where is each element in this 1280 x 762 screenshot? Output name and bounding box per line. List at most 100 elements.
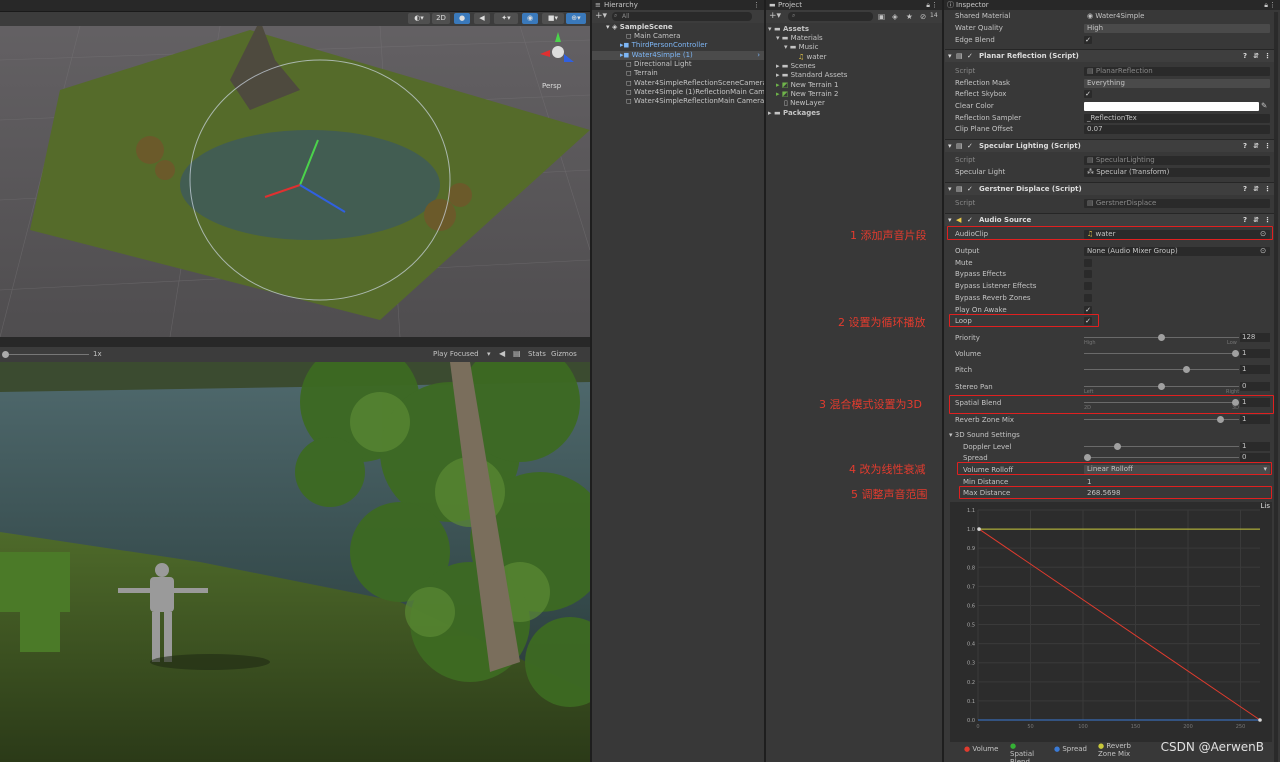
chevron-right-icon[interactable]: ›: [757, 51, 760, 60]
legend-volume[interactable]: ● Volume: [964, 745, 998, 753]
shared-material-field[interactable]: ◉ Water4Simple: [1084, 12, 1262, 21]
priority-input[interactable]: 128: [1240, 333, 1270, 342]
scene-root[interactable]: ▾ ◈ SampleScene: [606, 23, 673, 32]
help-icon[interactable]: ?: [1243, 50, 1247, 62]
chevron-down-icon[interactable]: ▾: [948, 183, 952, 195]
gerstner-displace-header[interactable]: ▾ ▤ ✓ Gerstner Displace (Script) ? ⇵ ⋮: [945, 182, 1275, 195]
scene-view[interactable]: ◐▾ 2D ● ◀ ✦▾ ◉ ■▾ ⊕▾ Persp: [0, 0, 590, 337]
project-search-input[interactable]: [788, 12, 873, 21]
audio-source-header[interactable]: ▾ ◀ ✓ Audio Source ? ⇵ ⋮: [945, 213, 1275, 226]
planar-reflection-header[interactable]: ▾ ▤ ✓ Planar Reflection (Script) ? ⇵ ⋮: [945, 49, 1275, 62]
edge-blend-checkbox[interactable]: ✓: [1084, 36, 1092, 44]
chevron-down-icon[interactable]: ▾: [948, 214, 952, 226]
specular-light-field[interactable]: ⁂ Specular (Transform): [1084, 168, 1270, 177]
doppler-slider[interactable]: [1084, 443, 1239, 450]
eyedropper-icon[interactable]: ✎: [1261, 101, 1267, 110]
terrain-asset[interactable]: ▸ ◩ New Terrain 1: [776, 81, 838, 90]
stereo-pan-input[interactable]: 0: [1240, 382, 1270, 391]
pitch-input[interactable]: 1: [1240, 365, 1270, 374]
hierarchy-item[interactable]: ◻ Directional Light: [626, 60, 692, 69]
inspector-tab[interactable]: ⓘ Inspector 🔒︎ ⋮: [944, 0, 1280, 10]
more-menu-icon[interactable]: ⋮: [1269, 0, 1276, 10]
reverb-zone-mix-slider-knob[interactable]: [1217, 416, 1225, 423]
doppler-slider-knob[interactable]: [1113, 443, 1121, 450]
more-menu-icon[interactable]: ⋮: [1264, 140, 1271, 152]
bypass-reverb-checkbox[interactable]: [1084, 294, 1092, 302]
scale-slider-knob[interactable]: [2, 351, 9, 358]
water-quality-dropdown[interactable]: High: [1084, 24, 1270, 33]
rolloff-curve-graph[interactable]: Lis 0 50 100 150 200 250 0.0 0.1 0.2 0.3 0.4 0.5 0.6…: [950, 502, 1272, 742]
assets-folder[interactable]: ▾ ▬ Assets: [768, 25, 809, 34]
visibility-toggle[interactable]: ◉: [522, 13, 538, 24]
game-view[interactable]: [0, 362, 590, 762]
more-menu-icon[interactable]: ⋮: [753, 0, 760, 10]
stereo-pan-slider-knob[interactable]: [1158, 383, 1165, 390]
gizmos-button[interactable]: ⊕▾: [566, 13, 586, 24]
legend-spread[interactable]: ● Spread: [1054, 745, 1087, 753]
hierarchy-search-input[interactable]: All: [612, 12, 752, 21]
audio-toggle[interactable]: ◀: [474, 13, 490, 24]
hierarchy-item[interactable]: ◻ Main Camera: [626, 32, 680, 41]
more-menu-icon[interactable]: ⋮: [931, 0, 938, 10]
layer-asset[interactable]: ▯ NewLayer: [784, 99, 825, 108]
more-menu-icon[interactable]: ⋮: [1264, 214, 1271, 226]
clear-color-swatch[interactable]: [1084, 102, 1259, 111]
bypass-effects-checkbox[interactable]: [1084, 270, 1092, 278]
presets-icon[interactable]: ⇵: [1253, 140, 1259, 152]
clip-plane-offset-input[interactable]: 0.07: [1084, 125, 1270, 134]
volume-slider-knob[interactable]: [1232, 350, 1239, 357]
spread-input[interactable]: 0: [1240, 453, 1270, 462]
legend-reverb-zone-mix[interactable]: ● Reverb Zone Mix: [1098, 742, 1142, 758]
legend-spatial-blend[interactable]: ● Spatial Blend: [1010, 742, 1040, 762]
projection-label[interactable]: Persp: [542, 82, 561, 90]
chevron-down-icon[interactable]: ▾: [948, 140, 952, 152]
hidden-packages-icon[interactable]: ⊘: [920, 12, 926, 21]
priority-slider-knob[interactable]: [1158, 334, 1165, 341]
more-menu-icon[interactable]: ⋮: [1264, 50, 1271, 62]
favorite-icon[interactable]: ★: [906, 12, 913, 21]
search-by-type-icon[interactable]: ▣: [878, 12, 885, 21]
shading-mode-button[interactable]: ◐▾: [408, 13, 430, 24]
hierarchy-item[interactable]: ▸◼ ThirdPersonController: [620, 41, 707, 50]
hierarchy-tab[interactable]: ≡ Hierarchy ⋮: [592, 0, 764, 10]
stereo-pan-slider[interactable]: [1084, 383, 1239, 390]
play-mode-dropdown[interactable]: Play Focused: [433, 350, 479, 358]
3d-sound-settings-foldout[interactable]: ▾ 3D Sound Settings: [949, 430, 1020, 440]
reflection-mask-dropdown[interactable]: Everything: [1084, 79, 1270, 88]
hierarchy-item[interactable]: ◻ Terrain: [626, 69, 658, 78]
doppler-input[interactable]: 1: [1240, 442, 1270, 451]
reflection-sampler-input[interactable]: _ReflectionTex: [1084, 114, 1270, 123]
2d-toggle[interactable]: 2D: [432, 13, 450, 24]
enabled-checkbox[interactable]: ✓: [967, 50, 973, 62]
more-menu-icon[interactable]: ⋮: [1264, 183, 1271, 195]
inspector-scrollbar[interactable]: [1274, 12, 1278, 762]
add-button[interactable]: +▾: [595, 11, 607, 21]
volume-slider[interactable]: [1084, 350, 1239, 357]
camera-settings-button[interactable]: ■▾: [542, 13, 564, 24]
effects-toggle[interactable]: ✦▾: [494, 13, 518, 24]
lock-icon[interactable]: 🔒︎: [1264, 0, 1268, 10]
hierarchy-item-selected[interactable]: ▸◼ Water4Simple (1) ›: [592, 51, 764, 60]
bypass-listener-checkbox[interactable]: [1084, 282, 1092, 290]
enabled-checkbox[interactable]: ✓: [967, 214, 973, 226]
help-icon[interactable]: ?: [1243, 140, 1247, 152]
mute-checkbox[interactable]: [1084, 259, 1092, 267]
hierarchy-item[interactable]: ◻ Water4SimpleReflectionMain Camera: [626, 97, 764, 106]
play-mode-chevron-icon[interactable]: ▾: [487, 350, 491, 358]
terrain-asset[interactable]: ▸ ◩ New Terrain 2: [776, 90, 838, 99]
audio-asset[interactable]: ♫ water: [798, 53, 826, 62]
hierarchy-item[interactable]: ◻ Water4SimpleReflectionSceneCamera: [626, 79, 767, 88]
presets-icon[interactable]: ⇵: [1253, 183, 1259, 195]
project-tab[interactable]: ▬ Project 🔒︎ ⋮: [766, 0, 942, 10]
object-picker-icon[interactable]: ⊙: [1260, 246, 1266, 255]
keyboard-icon[interactable]: ▤: [513, 349, 521, 358]
pitch-slider[interactable]: [1084, 366, 1239, 373]
volume-input[interactable]: 1: [1240, 349, 1270, 358]
mute-audio-icon[interactable]: ◀: [499, 349, 505, 358]
lock-icon[interactable]: 🔒︎: [926, 0, 930, 10]
lighting-toggle[interactable]: ●: [454, 13, 470, 24]
reflect-skybox-checkbox[interactable]: ✓: [1084, 90, 1092, 98]
reverb-zone-mix-slider[interactable]: [1084, 416, 1239, 423]
folder-item[interactable]: ▸ ▬ Standard Assets: [776, 71, 847, 80]
help-icon[interactable]: ?: [1243, 183, 1247, 195]
